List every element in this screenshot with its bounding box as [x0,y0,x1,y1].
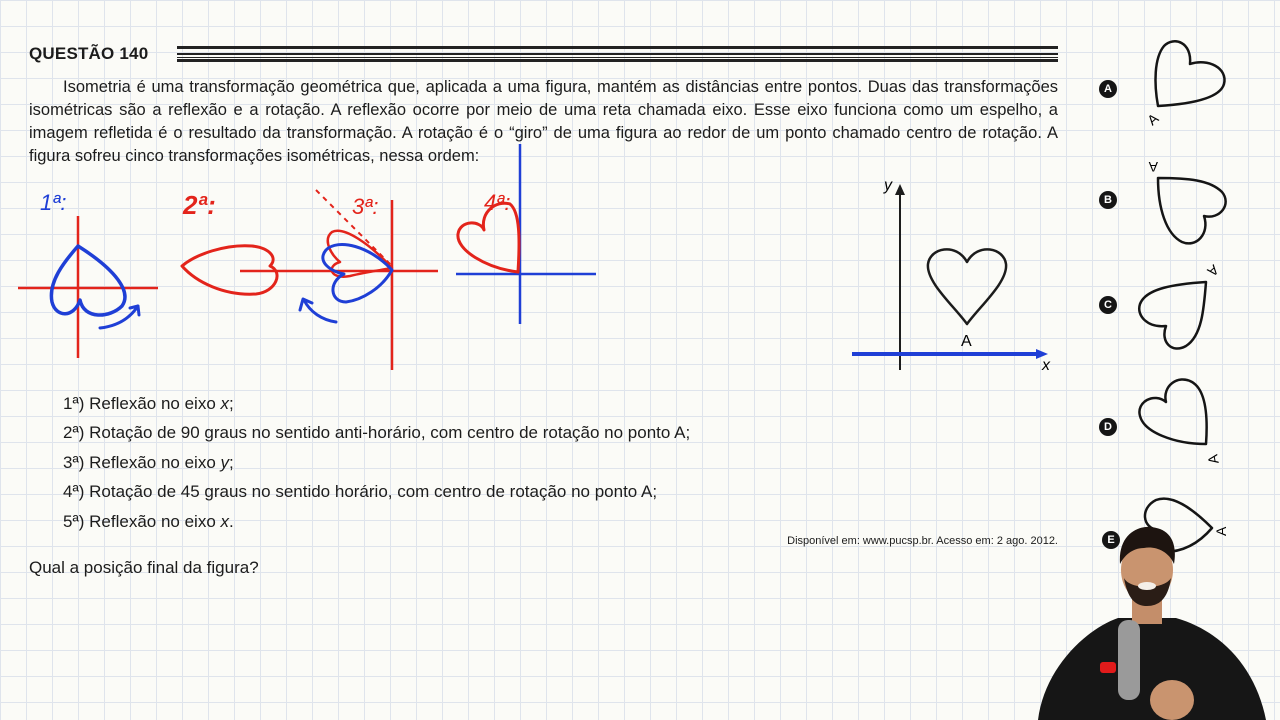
main-y-label: y [883,177,893,194]
option-d-letter[interactable]: D [1099,418,1117,436]
main-point-a-label: A [961,333,972,350]
main-heart [926,248,1008,326]
option-c-point-label: A [1204,262,1222,281]
annotation-step3: 3ª: [352,194,379,219]
option-a-letter[interactable]: A [1099,80,1117,98]
step-item: 2ª) Rotação de 90 graus no sentido anti-… [63,423,691,443]
option-c-letter[interactable]: C [1099,296,1117,314]
annotation-step1: 1ª: [40,190,67,215]
option-a-heart [1154,40,1226,108]
microphone [1118,620,1140,700]
option-b-heart [1156,176,1227,245]
sketch1-heart [49,244,127,317]
option-a-point-label: A [1144,110,1162,129]
option-d-heart [1138,378,1208,446]
presenter-mouth [1138,582,1156,590]
step-item: 3ª) Reflexão no eixo y; [63,452,234,472]
main-x-label: x [1041,357,1051,374]
option-c-heart [1137,280,1208,350]
logo-badge-icon [1100,662,1116,673]
step-item: 5ª) Reflexão no eixo x. [63,511,234,531]
option-b-point-label: A [1148,159,1158,175]
steps-list: 1ª) Reflexão no eixo x; 2ª) Rotação de 9… [63,389,690,536]
question-prompt: Qual a posição final da figura? [29,558,259,577]
option-c-figure[interactable]: A [1130,256,1230,356]
webcam-presenter [1038,526,1266,720]
main-figure: y x A [852,177,1051,374]
sketch-step1 [18,216,158,358]
option-a-figure[interactable]: A [1134,34,1234,134]
step-item: 4ª) Rotação de 45 graus no sentido horár… [63,482,658,502]
option-d-figure[interactable]: A [1134,372,1234,472]
sketch-step4 [456,144,596,324]
annotation-step2: 2ª: [182,190,216,220]
sketch3-rotation-arrow [298,297,338,324]
option-d-point-label: A [1204,453,1221,466]
presenter-hand [1150,680,1194,720]
option-b-figure[interactable]: A [1134,152,1234,252]
main-y-arrowhead [895,184,905,195]
sketch-step2 [180,244,438,296]
option-b-letter[interactable]: B [1099,191,1117,209]
step-item: 1ª) Reflexão no eixo x; [63,394,234,413]
